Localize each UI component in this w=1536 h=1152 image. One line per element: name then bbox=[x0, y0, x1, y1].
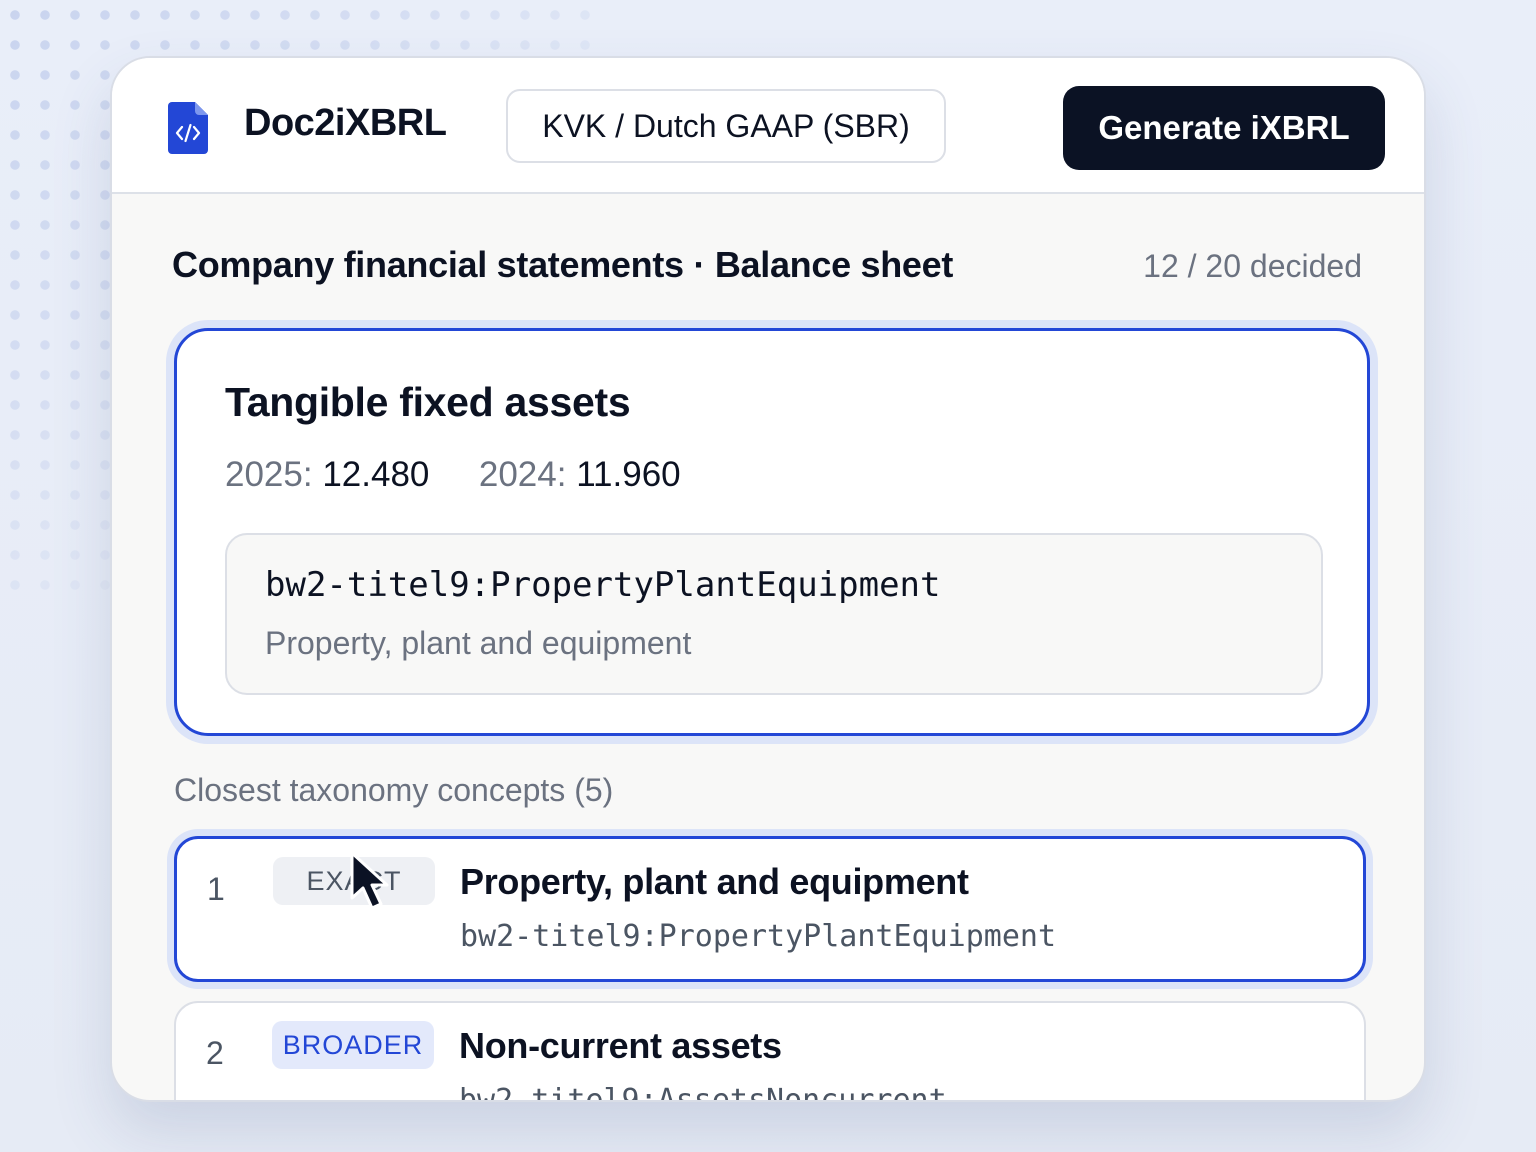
match-badge-broader: BROADER bbox=[272, 1021, 434, 1069]
candidate-row[interactable]: 2 BROADER Non-current assets bw2-titel9:… bbox=[174, 1001, 1366, 1102]
year-2025-value: 12.480 bbox=[322, 455, 430, 494]
mapped-concept-code: bw2-titel9:PropertyPlantEquipment bbox=[265, 565, 941, 605]
code-document-icon bbox=[168, 102, 208, 154]
taxonomy-select[interactable]: KVK / Dutch GAAP (SBR) bbox=[506, 89, 946, 163]
year-2024-value: 11.960 bbox=[576, 455, 681, 494]
current-item-card: Tangible fixed assets 2025: 12.480 2024:… bbox=[174, 328, 1370, 736]
mouse-pointer-icon bbox=[350, 851, 389, 910]
section-title: Company financial statements · Balance s… bbox=[172, 244, 954, 285]
generate-ixbrl-button[interactable]: Generate iXBRL bbox=[1063, 86, 1385, 170]
mapped-concept-label: Property, plant and equipment bbox=[265, 625, 692, 661]
app-window: Doc2iXBRL KVK / Dutch GAAP (SBR) Generat… bbox=[110, 56, 1426, 1102]
candidate-rank: 1 bbox=[207, 871, 225, 907]
candidate-code: bw2-titel9:AssetsNoncurrent bbox=[459, 1083, 947, 1102]
item-values: 2025: 12.480 2024: 11.960 bbox=[225, 455, 681, 495]
year-2024-label: 2024: bbox=[478, 455, 567, 494]
candidate-code: bw2-titel9:PropertyPlantEquipment bbox=[460, 919, 1057, 954]
candidate-name: Property, plant and equipment bbox=[460, 861, 969, 902]
progress-counter: 12 / 20 decided bbox=[1143, 248, 1362, 284]
app-title: Doc2iXBRL bbox=[244, 102, 447, 144]
candidate-rank: 2 bbox=[206, 1035, 224, 1071]
item-name: Tangible fixed assets bbox=[225, 379, 631, 425]
app-header: Doc2iXBRL KVK / Dutch GAAP (SBR) Generat… bbox=[112, 58, 1424, 194]
year-2025-label: 2025: bbox=[225, 455, 313, 494]
mapped-concept-box: bw2-titel9:PropertyPlantEquipment Proper… bbox=[225, 533, 1323, 695]
candidate-name: Non-current assets bbox=[459, 1025, 782, 1066]
candidates-heading: Closest taxonomy concepts (5) bbox=[174, 772, 614, 808]
